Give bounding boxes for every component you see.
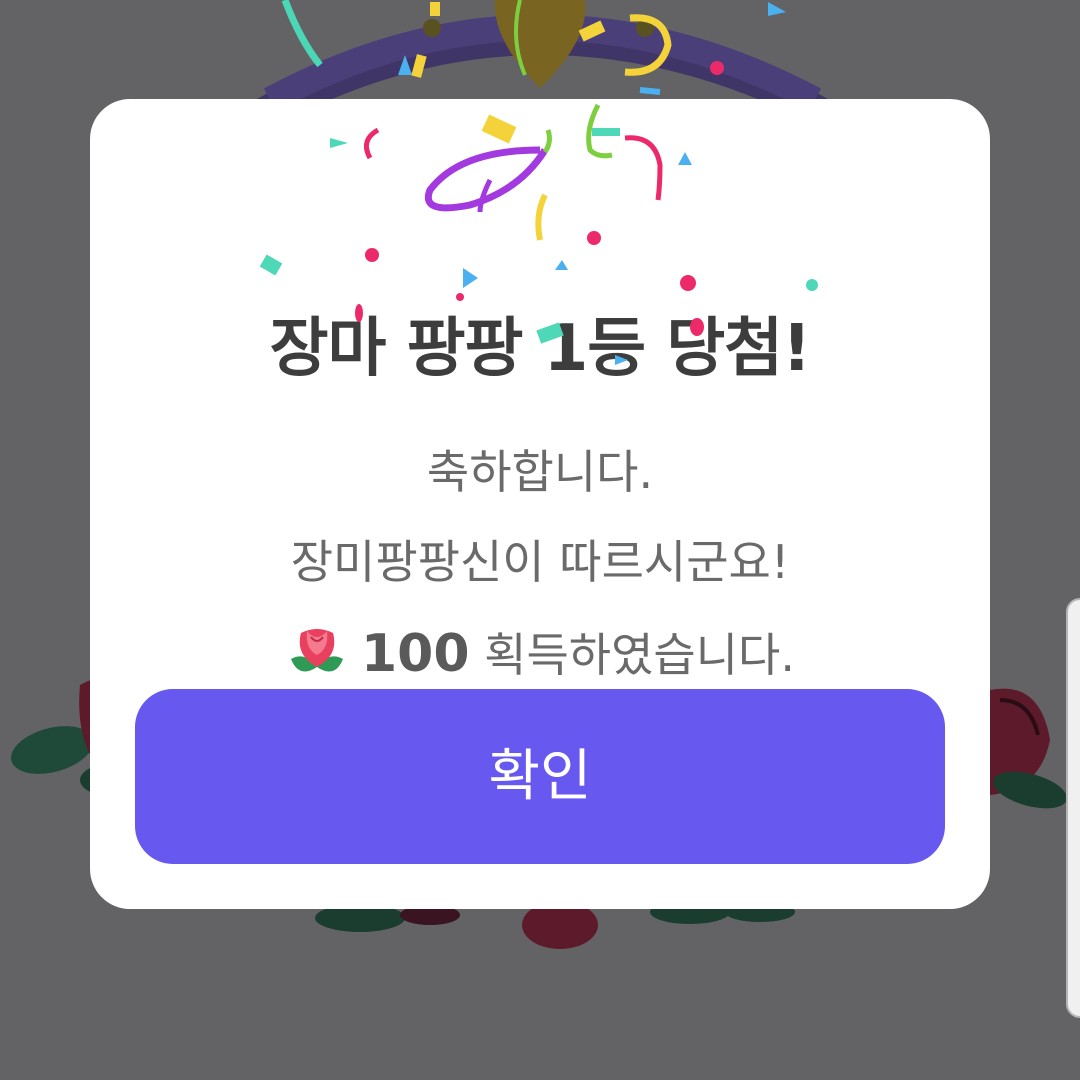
reward-suffix: 획득하였습니다. [484,628,796,682]
congrats-message: 축하합니다. [426,445,654,499]
pointer-icon [494,0,586,88]
reward-amount: 100 [360,624,470,684]
luck-message: 장미팡팡신이 따르시군요! [290,535,790,589]
rose-icon [290,629,343,672]
scrollbar-handle[interactable] [1066,598,1080,1018]
rose-right-icon [990,688,1067,809]
reward-message: 100 획득하였습니다. [90,621,990,685]
dialog-title: 장마 팡팡 1등 당첨! [269,312,812,386]
screen: 장마 팡팡 1등 당첨! 축하합니다. 장미팡팡신이 따르시군요! 100 획득… [0,0,1080,1080]
confirm-button[interactable]: 확인 [135,689,945,864]
